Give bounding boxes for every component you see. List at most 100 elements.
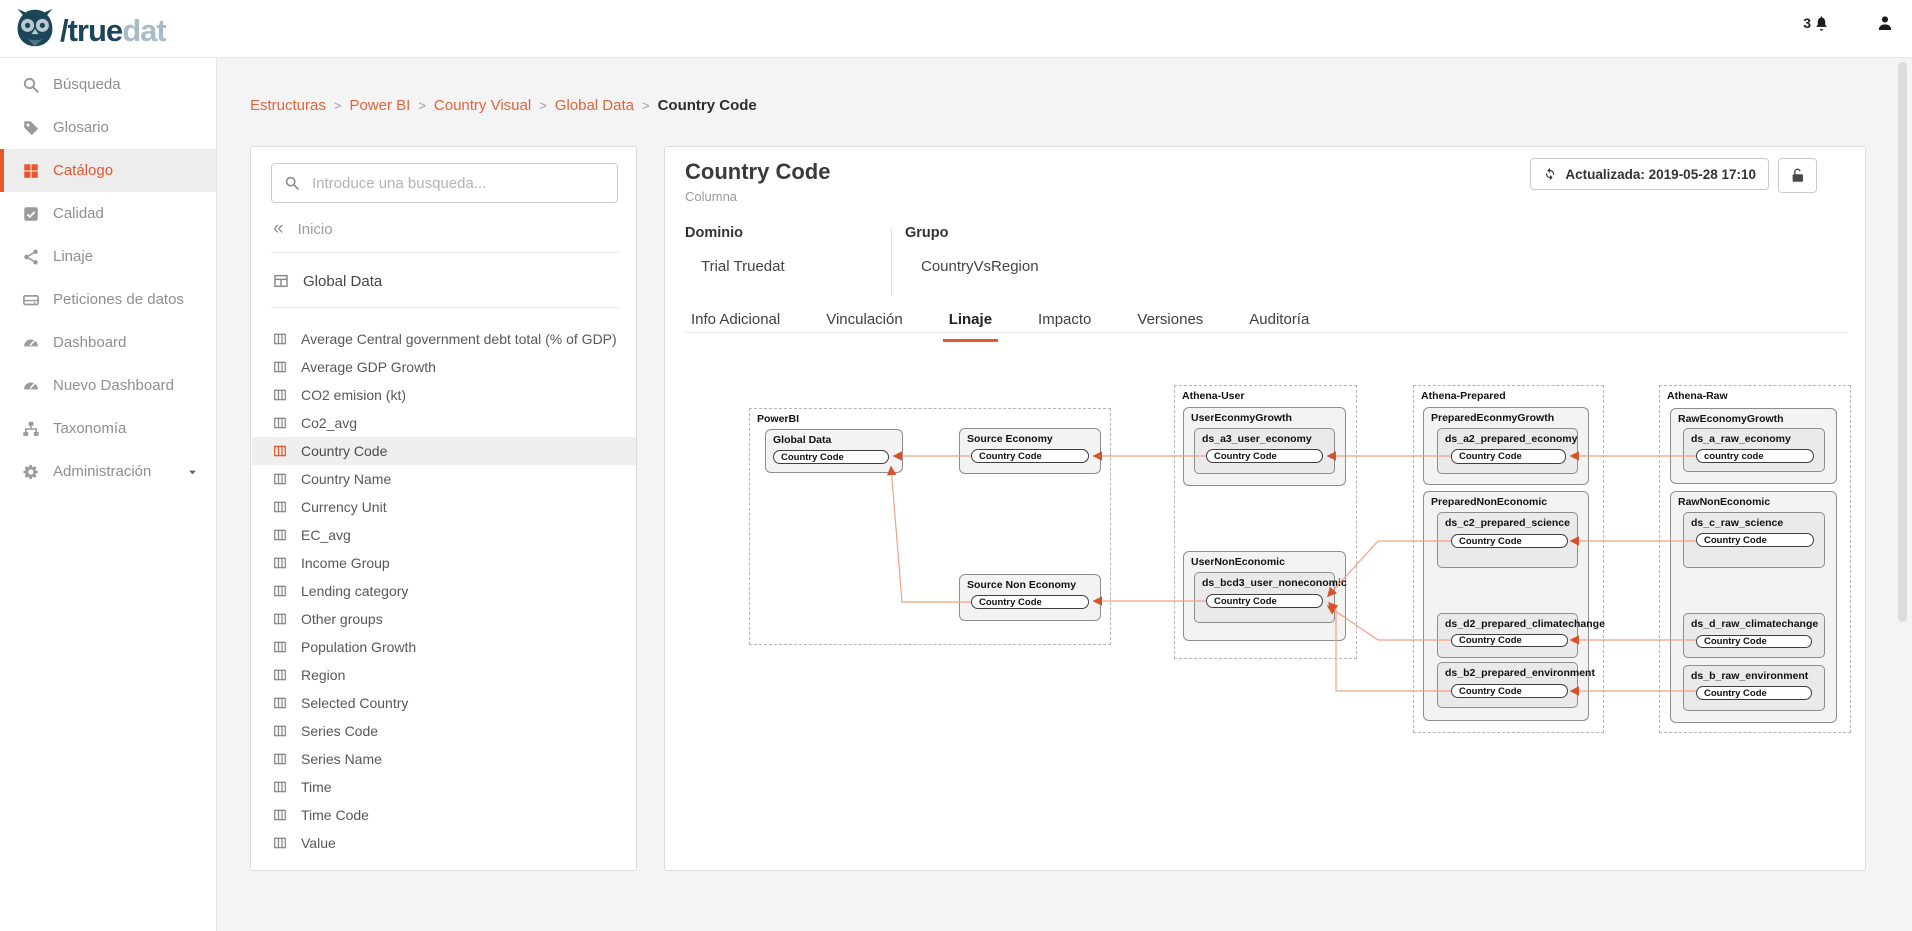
sidebar-item-label: Nuevo Dashboard (53, 377, 174, 394)
list-item-label: EC_avg (301, 527, 351, 543)
list-item-other-groups[interactable]: Other groups (252, 605, 636, 633)
breadcrumb-separator: > (642, 98, 650, 113)
lineage-field-pill[interactable]: Country Code (971, 595, 1089, 609)
share-icon (22, 248, 40, 266)
list-item-co2-avg[interactable]: Co2_avg (252, 409, 636, 437)
lineage-field-pill[interactable]: Country Code (1451, 684, 1568, 698)
column-icon (273, 472, 287, 486)
list-item-region[interactable]: Region (252, 661, 636, 689)
lineage-field-pill[interactable]: Country Code (971, 449, 1089, 463)
list-item-country-name[interactable]: Country Name (252, 465, 636, 493)
lineage-field-pill[interactable]: Country Code (1696, 533, 1814, 547)
sidebar-item-label: Taxonomía (53, 420, 126, 437)
sidebar-item-label: Administración (53, 463, 151, 480)
search-icon (22, 76, 40, 94)
updated-label: Actualizada: 2019-05-28 17:10 (1565, 167, 1756, 182)
list-item-average-gdp-growth[interactable]: Average GDP Growth (252, 353, 636, 381)
list-item-label: Selected Country (301, 695, 408, 711)
refresh-updated-button[interactable]: Actualizada: 2019-05-28 17:10 (1530, 158, 1769, 190)
structure-parent-item[interactable]: Global Data (273, 264, 382, 298)
structure-search-input[interactable] (310, 174, 617, 193)
column-icon (273, 388, 287, 402)
scrollbar[interactable] (1898, 62, 1907, 622)
list-item-label: CO2 emision (kt) (301, 387, 406, 403)
list-item-lending-category[interactable]: Lending category (252, 577, 636, 605)
column-icon (273, 640, 287, 654)
list-item-label: Country Name (301, 471, 391, 487)
sidebar-item-taxonomia[interactable]: Taxonomía (0, 407, 216, 450)
list-item-population-growth[interactable]: Population Growth (252, 633, 636, 661)
back-label: Inicio (298, 221, 333, 238)
breadcrumb-link-estructuras[interactable]: Estructuras (250, 97, 326, 114)
divider (271, 252, 618, 253)
list-item-ec-avg[interactable]: EC_avg (252, 521, 636, 549)
list-item-label: Country Code (301, 443, 387, 459)
structure-type-label: Columna (685, 189, 737, 204)
lineage-field-pill[interactable]: Country Code (1451, 534, 1568, 548)
lineage-field-pill[interactable]: Country Code (773, 450, 889, 464)
list-item-country-code[interactable]: Country Code (252, 437, 636, 465)
sidebar-item-linaje[interactable]: Linaje (0, 235, 216, 278)
node-label: UserNonEconomic (1191, 556, 1285, 568)
group-label: Athena-User (1182, 390, 1244, 402)
gauge-icon (22, 377, 40, 395)
user-menu-button[interactable] (1876, 14, 1894, 32)
list-item-income-group[interactable]: Income Group (252, 549, 636, 577)
sidebar-item-glosario[interactable]: Glosario (0, 106, 216, 149)
list-item-time-code[interactable]: Time Code (252, 801, 636, 829)
sidebar-item-label: Calidad (53, 205, 104, 222)
lineage-field-pill[interactable]: Country Code (1451, 634, 1568, 647)
breadcrumb-separator: > (539, 98, 547, 113)
sidebar-item-peticiones-de-datos[interactable]: Peticiones de datos (0, 278, 216, 321)
lineage-field-pill[interactable]: Country Code (1206, 449, 1323, 463)
list-item-label: Region (301, 667, 345, 683)
list-item-currency-unit[interactable]: Currency Unit (252, 493, 636, 521)
node-label: ds_d2_prepared_climatechange (1445, 618, 1605, 630)
truedat-logo[interactable]: /truedat (14, 8, 166, 53)
notifications-button[interactable]: 3 (1803, 15, 1830, 32)
brand-text-dark: /true (60, 11, 122, 51)
lineage-field-pill[interactable]: Country Code (1206, 594, 1323, 608)
node-label: PreparedNonEconomic (1431, 496, 1547, 508)
lineage-field-pill[interactable]: Country Code (1451, 449, 1566, 464)
node-label: Global Data (773, 434, 831, 446)
tag-icon (22, 119, 40, 137)
sidebar-item-administracion[interactable]: Administración (0, 450, 216, 493)
field-divider (891, 229, 892, 295)
bell-icon (1813, 15, 1830, 32)
list-item-selected-country[interactable]: Selected Country (252, 689, 636, 717)
list-item-series-name[interactable]: Series Name (252, 745, 636, 773)
unlock-icon (1789, 167, 1806, 184)
lineage-field-pill[interactable]: country code (1696, 449, 1814, 463)
column-icon (273, 528, 287, 542)
lineage-field-pill[interactable]: Country Code (1696, 686, 1812, 700)
brand-text-light: dat (122, 11, 166, 51)
column-icon (273, 584, 287, 598)
column-icon (273, 556, 287, 570)
node-label: ds_b2_prepared_environment (1445, 667, 1595, 679)
lineage-field-pill[interactable]: Country Code (1696, 635, 1812, 648)
list-item-co2-emision-kt[interactable]: CO2 emision (kt) (252, 381, 636, 409)
breadcrumb-link-country-visual[interactable]: Country Visual (434, 97, 531, 114)
back-to-home-link[interactable]: « Inicio (273, 213, 333, 245)
sidebar-item-nuevo-dashboard[interactable]: Nuevo Dashboard (0, 364, 216, 407)
list-item-label: Series Name (301, 751, 382, 767)
sidebar-item-catalogo[interactable]: Catálogo (0, 149, 216, 192)
list-item-time[interactable]: Time (252, 773, 636, 801)
breadcrumb-link-power-bi[interactable]: Power BI (349, 97, 410, 114)
node-label: RawNonEconomic (1678, 496, 1770, 508)
list-item-value[interactable]: Value (252, 829, 636, 857)
sidebar-item-dashboard[interactable]: Dashboard (0, 321, 216, 364)
tree-icon (22, 420, 40, 438)
list-item-label: Time (301, 779, 332, 795)
column-icon (273, 780, 287, 794)
sidebar-item-calidad[interactable]: Calidad (0, 192, 216, 235)
breadcrumb-link-global-data[interactable]: Global Data (555, 97, 634, 114)
column-icon (273, 360, 287, 374)
list-item-average-central-government-debt-total-of-gdp[interactable]: Average Central government debt total (%… (252, 325, 636, 353)
column-icon (273, 500, 287, 514)
list-item-label: Time Code (301, 807, 369, 823)
unlock-button[interactable] (1778, 158, 1817, 193)
sidebar-item-busqueda[interactable]: Búsqueda (0, 63, 216, 106)
list-item-series-code[interactable]: Series Code (252, 717, 636, 745)
